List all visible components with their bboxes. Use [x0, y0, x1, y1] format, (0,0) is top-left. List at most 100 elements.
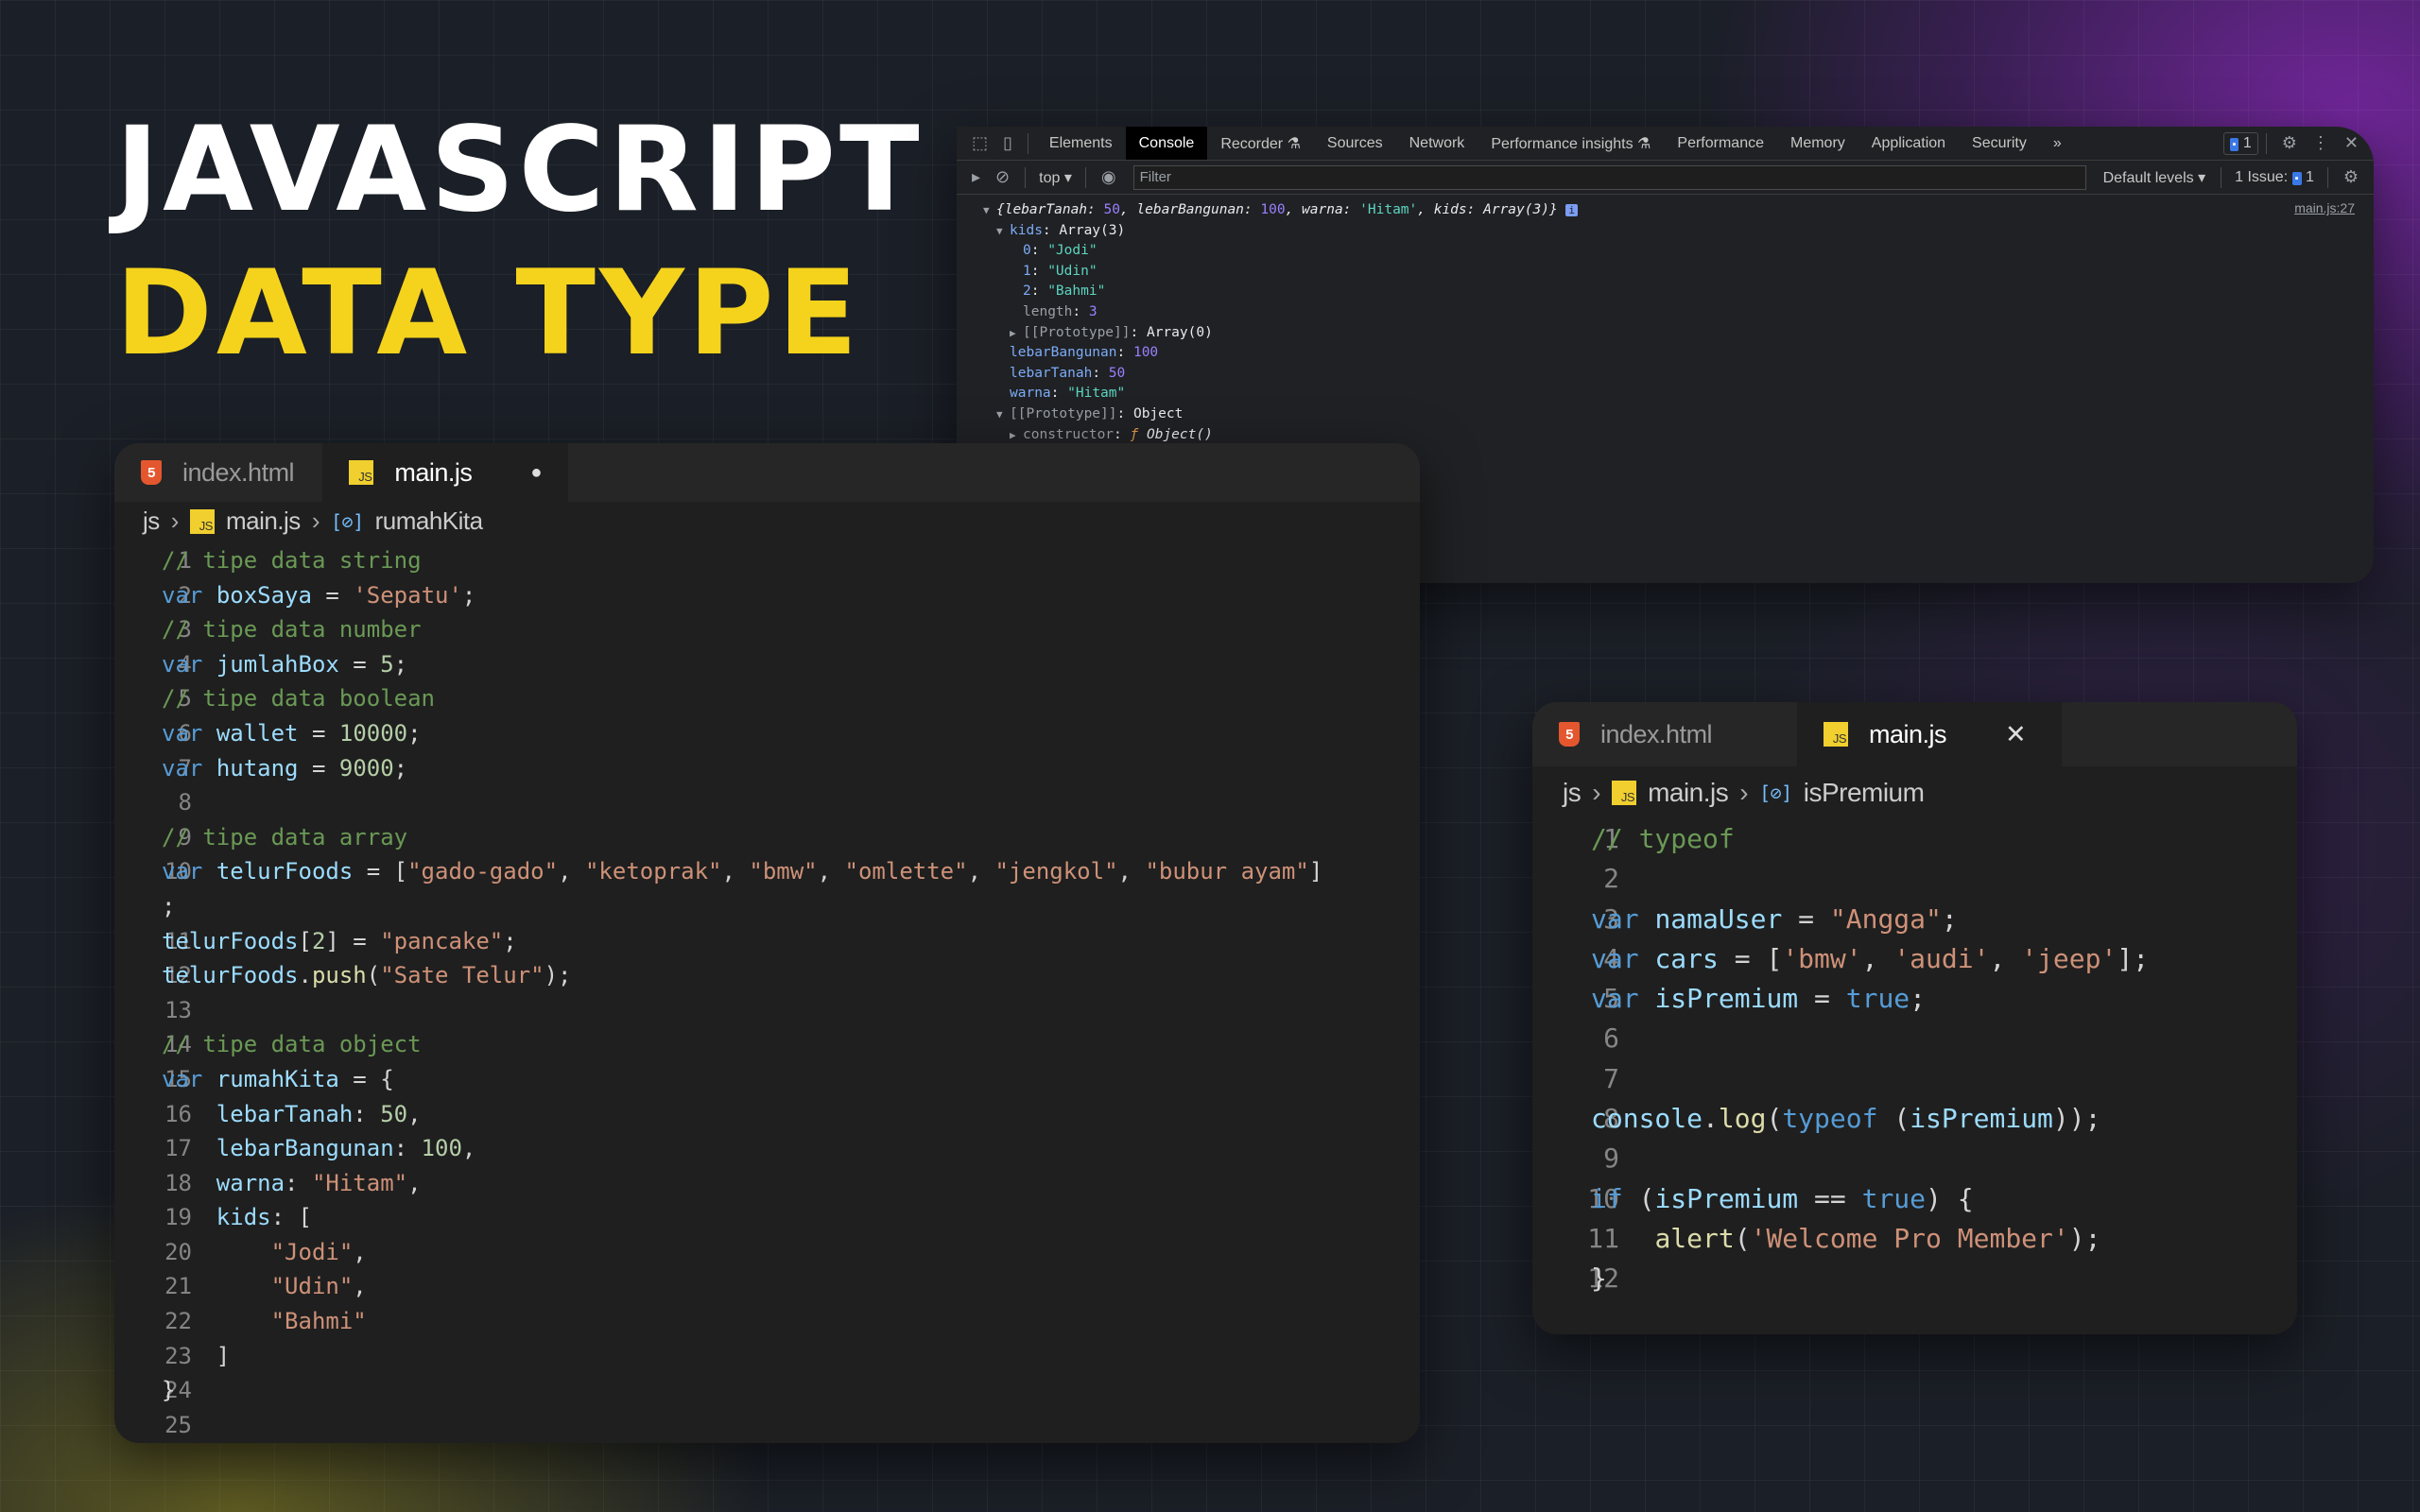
breadcrumb-file[interactable]: main.js [226, 507, 301, 536]
console-line[interactable]: ▶ [[Prototype]]: Array(0) [983, 323, 2355, 344]
close-icon[interactable]: ✕ [2337, 133, 2366, 153]
messages-button[interactable]: ▪ 1 [2222, 131, 2258, 155]
code-token: var [162, 858, 203, 885]
code-token: ; [393, 650, 408, 678]
sidebar-toggle-icon[interactable]: ▸ [964, 167, 988, 187]
code-token: var [162, 1065, 203, 1092]
code-token: = [1798, 983, 1846, 1015]
code-line: 15 var rumahKita = { [114, 1062, 1322, 1097]
line-number: 9 [1603, 1143, 1619, 1175]
unsaved-dot-icon[interactable]: ● [530, 462, 542, 484]
code-token: console [1591, 1103, 1703, 1135]
triangle-right-icon[interactable]: ▶ [1010, 323, 1023, 344]
log-levels-dropdown[interactable]: Default levels ▾ [2096, 168, 2214, 187]
code-token: "jengkol" [994, 858, 1118, 885]
filter-input[interactable]: Filter [1132, 164, 2086, 190]
code-token: = [ [353, 858, 408, 885]
issues-label: 1 Issue: [2235, 168, 2289, 185]
code-token: telurFoods [216, 858, 354, 885]
tab-main-js[interactable]: JS main.js ● [322, 443, 568, 502]
messages-count: 1 [2242, 134, 2252, 151]
line-content: var wallet = 10000; [162, 716, 422, 751]
console-token: 0 [1023, 243, 1031, 259]
code-token: boxSaya [216, 581, 312, 609]
code-line: 12 telurFoods.push("Sate Telur"); [114, 958, 1322, 993]
console-line: lebarTanah: 50 [983, 364, 2355, 385]
triangle-down-icon[interactable]: ▼ [983, 200, 996, 221]
code-token: . [1703, 1103, 1719, 1135]
devtools-tab[interactable]: Performance [1664, 127, 1777, 160]
devtools-tab[interactable]: Elements [1036, 127, 1126, 160]
devtools-tab[interactable]: Network [1396, 127, 1478, 160]
code-token: // tipe data boolean [162, 685, 435, 713]
code-token: = { [338, 1065, 394, 1092]
devtools-tab[interactable]: Performance insights ⚗ [1478, 127, 1664, 160]
console-line[interactable]: ▼ [[Prototype]]: Object [983, 404, 2355, 425]
devtools-tab[interactable]: » [2040, 127, 2075, 160]
code-token: ; [461, 581, 476, 609]
breadcrumb-symbol[interactable]: rumahKita [375, 507, 484, 536]
issues-button[interactable]: 1 Issue: ▪ 1 [2229, 169, 2320, 186]
context-selector[interactable]: top ▾ [1033, 168, 1078, 187]
inspect-element-icon[interactable]: ⬚ [964, 133, 995, 153]
console-line[interactable]: ▼ {lebarTanah: 50, lebarBangunan: 100, wa… [983, 200, 2355, 221]
code-token: , [967, 858, 995, 885]
console-token: , kids: Array(3)} [1417, 202, 1558, 217]
devtools-tab[interactable]: Security [1959, 127, 2040, 160]
console-token: "Udin" [1047, 263, 1098, 279]
code-area[interactable]: 1// typeof 2 3 var namaUser = "Angga"; 4 var … [1532, 819, 2149, 1299]
code-line: 25 [114, 1408, 1322, 1443]
breadcrumb-folder[interactable]: js [1563, 778, 1582, 808]
tab-index-html[interactable]: 5 index.html [114, 443, 322, 502]
line-content: // typeof [1591, 819, 1735, 859]
code-line: 10 if (isPremium == true) { [1532, 1179, 2149, 1219]
breadcrumb-file[interactable]: main.js [1648, 778, 1729, 808]
line-content: var telurFoods = ["gado-gado", "ketoprak… [162, 854, 1322, 889]
tab-index-html[interactable]: 5 index.html [1532, 702, 1797, 766]
code-line: 17 lebarBangunan: 100, [114, 1131, 1322, 1166]
code-area[interactable]: 1// tipe data string 2 var boxSaya = 'Sepa… [114, 543, 1322, 1442]
code-line: 9// tipe data array [114, 820, 1322, 855]
devtools-tab[interactable]: Sources [1314, 127, 1396, 160]
console-token: constructor [1023, 426, 1115, 442]
device-toolbar-icon[interactable]: ▯ [995, 133, 1020, 153]
breadcrumb-symbol[interactable]: isPremium [1804, 778, 1925, 808]
clear-console-icon[interactable]: ⊘ [988, 167, 1017, 187]
triangle-right-icon[interactable]: ▶ [1010, 425, 1023, 446]
devtools-tab[interactable]: Console [1125, 127, 1208, 160]
code-line: 7 var hutang = 9000; [114, 751, 1322, 786]
code-token: typeof [1782, 1103, 1878, 1135]
code-token: : [285, 1169, 312, 1196]
code-token: ( [1877, 1103, 1910, 1135]
code-token: [ [298, 927, 312, 954]
breadcrumb-folder[interactable]: js [143, 507, 160, 536]
devtools-tab[interactable]: Application [1858, 127, 1959, 160]
console-settings-gear-icon[interactable]: ⚙ [2336, 167, 2366, 187]
console-line[interactable]: ▶ constructor: ƒ Object() [983, 425, 2355, 446]
issue-icon: ▪ [2291, 171, 2302, 185]
devtools-tab[interactable]: Recorder ⚗ [1207, 127, 1314, 160]
html5-icon: 5 [141, 460, 162, 485]
code-token: : [353, 1100, 381, 1127]
close-tab-icon[interactable]: ✕ [2005, 720, 2027, 749]
code-line: ; [114, 889, 1322, 924]
settings-gear-icon[interactable]: ⚙ [2274, 133, 2305, 153]
triangle-down-icon[interactable]: ▼ [996, 404, 1010, 425]
code-token: ; [162, 892, 176, 919]
tab-main-js[interactable]: JS main.js ✕ [1797, 702, 2062, 766]
triangle-down-icon[interactable]: ▼ [996, 221, 1010, 242]
code-line: 2 var boxSaya = 'Sepatu'; [114, 578, 1322, 613]
code-token: ] [162, 1342, 231, 1369]
code-token: namaUser [1654, 902, 1783, 935]
more-options-icon[interactable]: ⋮ [2305, 133, 2337, 153]
devtools-tab[interactable]: Memory [1777, 127, 1858, 160]
console-line[interactable]: ▼ kids: Array(3) [983, 221, 2355, 242]
variable-symbol-icon: [⊘] [330, 509, 364, 533]
code-token: "ketoprak" [584, 858, 722, 885]
code-token: wallet [216, 719, 299, 747]
code-token: true [1845, 983, 1910, 1015]
live-expression-eye-icon[interactable]: ◉ [1094, 167, 1124, 187]
